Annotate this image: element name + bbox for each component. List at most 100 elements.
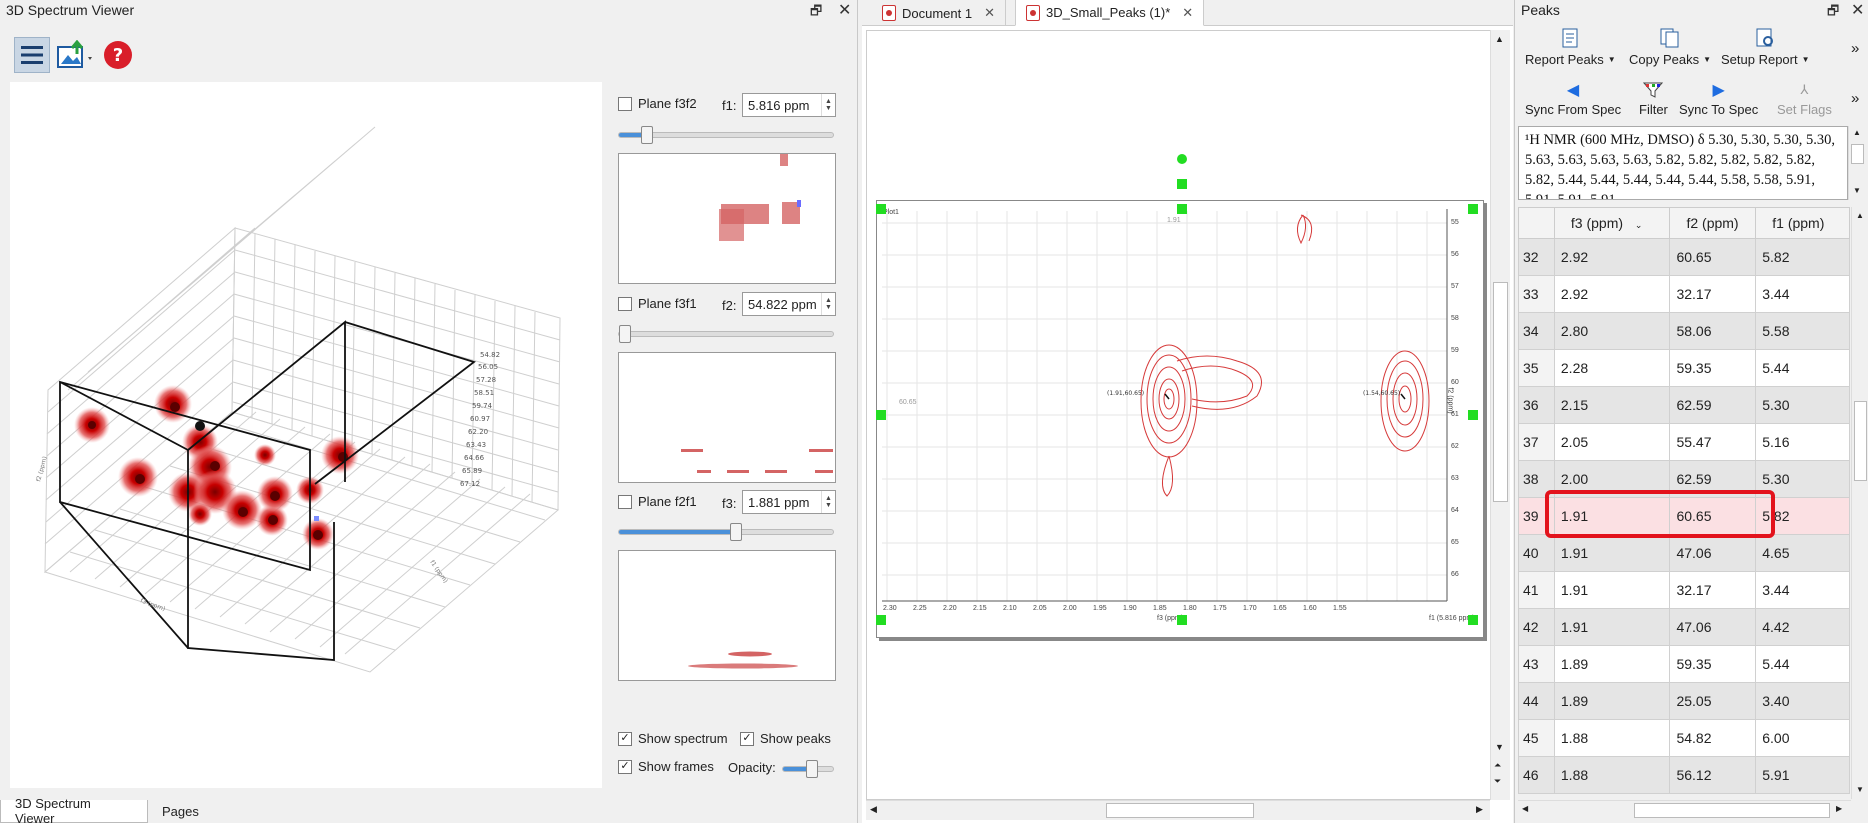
- checkbox-icon[interactable]: [618, 296, 632, 311]
- resize-handle[interactable]: [1468, 410, 1478, 420]
- cell-f1[interactable]: 5.82: [1755, 238, 1850, 276]
- scroll-up-icon[interactable]: ▲: [1853, 128, 1861, 137]
- row-index-cell[interactable]: 40: [1518, 534, 1555, 572]
- dropdown-arrow-icon[interactable]: ▼: [1703, 55, 1711, 64]
- show-frames-checkbox[interactable]: ✓ Show frames: [618, 759, 714, 774]
- column-header-f2[interactable]: f2 (ppm): [1669, 207, 1757, 239]
- dropdown-arrow-icon[interactable]: ▼: [1608, 55, 1616, 64]
- cell-f3[interactable]: 1.91: [1553, 608, 1671, 646]
- cell-f1[interactable]: 5.44: [1755, 349, 1850, 387]
- checkbox-icon[interactable]: [618, 494, 632, 509]
- sync-to-spec-button[interactable]: ▶ Sync To Spec: [1679, 80, 1758, 117]
- vertical-scroll-thumb[interactable]: [1493, 282, 1508, 502]
- table-row[interactable]: 40 1.91 47.06 4.65: [1518, 534, 1850, 572]
- cell-f1[interactable]: 5.58: [1755, 312, 1850, 350]
- cell-f2[interactable]: 55.47: [1669, 423, 1757, 461]
- cell-f1[interactable]: 5.16: [1755, 423, 1850, 461]
- table-row[interactable]: 32 2.92 60.65 5.82: [1518, 238, 1850, 276]
- cell-f2[interactable]: 47.06: [1669, 534, 1757, 572]
- scroll-down-icon[interactable]: ▼: [1853, 186, 1861, 195]
- table-row[interactable]: 37 2.05 55.47 5.16: [1518, 423, 1850, 461]
- cell-f1[interactable]: 6.00: [1755, 719, 1850, 757]
- cell-f3[interactable]: 1.91: [1553, 571, 1671, 609]
- cell-f3[interactable]: 1.91: [1553, 534, 1671, 572]
- cell-f3[interactable]: 1.89: [1553, 682, 1671, 720]
- close-panel-icon[interactable]: ✕: [1851, 0, 1864, 20]
- row-index-cell[interactable]: 33: [1518, 275, 1555, 313]
- cell-f1[interactable]: 4.65: [1755, 534, 1850, 572]
- menu-icon[interactable]: [14, 37, 50, 73]
- row-index-cell[interactable]: 35: [1518, 349, 1555, 387]
- row-index-cell[interactable]: 41: [1518, 571, 1555, 609]
- table-horizontal-scrollbar[interactable]: ◀ ▶: [1518, 800, 1851, 820]
- cell-f3[interactable]: 2.05: [1553, 423, 1671, 461]
- resize-handle[interactable]: [1468, 204, 1478, 214]
- dropdown-arrow-icon[interactable]: ▼: [1802, 55, 1810, 64]
- check-icon[interactable]: ✓: [740, 731, 754, 746]
- cell-f3[interactable]: 1.88: [1553, 719, 1671, 757]
- sort-icon[interactable]: ⌄: [1635, 220, 1643, 230]
- page-down-icon[interactable]: ⏷: [1494, 776, 1501, 787]
- close-panel-icon[interactable]: ✕: [838, 0, 851, 20]
- table-row[interactable]: 43 1.89 59.35 5.44: [1518, 645, 1850, 683]
- report-scroll-thumb[interactable]: [1851, 144, 1864, 164]
- set-flags-button[interactable]: ⅄ Set Flags: [1777, 80, 1832, 117]
- opacity-slider[interactable]: [782, 760, 834, 778]
- check-icon[interactable]: ✓: [618, 731, 632, 746]
- page-up-icon[interactable]: ⏶: [1494, 760, 1501, 771]
- row-index-cell[interactable]: 42: [1518, 608, 1555, 646]
- export-image-icon[interactable]: [53, 37, 99, 73]
- scroll-up-icon[interactable]: ▲: [1495, 34, 1504, 44]
- tab-pages[interactable]: Pages: [148, 800, 213, 823]
- report-peaks-button[interactable]: Report Peaks ▼: [1525, 28, 1616, 67]
- cell-f2[interactable]: 58.06: [1669, 312, 1757, 350]
- f3-ppm-spinbox[interactable]: 1.881 ppm ▲ ▼: [742, 490, 836, 514]
- scroll-down-icon[interactable]: ▼: [1856, 785, 1864, 794]
- horizontal-scrollbar[interactable]: ◀ ▶: [866, 800, 1490, 820]
- cell-f1[interactable]: 5.91: [1755, 756, 1850, 794]
- cell-f3[interactable]: 2.92: [1553, 275, 1671, 313]
- cell-f2[interactable]: 56.12: [1669, 756, 1757, 794]
- toolbar-overflow-icon[interactable]: »: [1851, 40, 1859, 57]
- cell-f3[interactable]: 2.92: [1553, 238, 1671, 276]
- cell-f1[interactable]: 5.44: [1755, 645, 1850, 683]
- spin-arrows-icon[interactable]: ▲ ▼: [821, 94, 835, 116]
- row-index-cell[interactable]: 45: [1518, 719, 1555, 757]
- sync-from-spec-button[interactable]: ◀ Sync From Spec: [1525, 80, 1621, 117]
- table-row[interactable]: 36 2.15 62.59 5.30: [1518, 386, 1850, 424]
- cell-f2[interactable]: 54.82: [1669, 719, 1757, 757]
- cell-f1[interactable]: 4.42: [1755, 608, 1850, 646]
- row-index-cell[interactable]: 46: [1518, 756, 1555, 794]
- plane-f2f1-checkbox[interactable]: Plane f2f1: [618, 494, 697, 509]
- column-header-f3[interactable]: f3 (ppm) ⌄: [1553, 207, 1671, 239]
- row-index-cell[interactable]: 37: [1518, 423, 1555, 461]
- scroll-up-icon[interactable]: ▲: [1856, 211, 1864, 220]
- show-spectrum-checkbox[interactable]: ✓ Show spectrum: [618, 731, 728, 746]
- report-scrollbar[interactable]: ▲ ▼: [1848, 126, 1866, 200]
- cell-f2[interactable]: 60.65: [1669, 238, 1757, 276]
- resize-handle[interactable]: [876, 410, 886, 420]
- cell-f2[interactable]: 59.35: [1669, 349, 1757, 387]
- row-index-cell[interactable]: 44: [1518, 682, 1555, 720]
- close-tab-icon[interactable]: ✕: [1182, 5, 1193, 21]
- f2-ppm-spinbox[interactable]: 54.822 ppm ▲ ▼: [742, 292, 836, 316]
- cell-f1[interactable]: 3.40: [1755, 682, 1850, 720]
- setup-report-button[interactable]: Setup Report ▼: [1721, 28, 1810, 67]
- spin-arrows-icon[interactable]: ▲ ▼: [821, 293, 835, 315]
- table-row[interactable]: 34 2.80 58.06 5.58: [1518, 312, 1850, 350]
- float-panel-icon[interactable]: 🗗: [810, 2, 822, 24]
- scroll-left-icon[interactable]: ◀: [1522, 804, 1528, 813]
- cell-f3[interactable]: 2.15: [1553, 386, 1671, 424]
- checkbox-icon[interactable]: [618, 96, 632, 111]
- float-panel-icon[interactable]: 🗗: [1827, 2, 1839, 24]
- vertical-scrollbar[interactable]: ▲ ▼ ⏶ ⏷: [1490, 30, 1510, 800]
- plane-f3f2-checkbox[interactable]: Plane f3f2: [618, 96, 697, 111]
- row-index-cell[interactable]: 36: [1518, 386, 1555, 424]
- filter-button[interactable]: Filter: [1639, 80, 1668, 117]
- rotate-handle[interactable]: [1177, 154, 1187, 164]
- scroll-right-icon[interactable]: ▶: [1836, 804, 1842, 813]
- cell-f1[interactable]: 3.44: [1755, 275, 1850, 313]
- table-row[interactable]: 35 2.28 59.35 5.44: [1518, 349, 1850, 387]
- row-index-cell[interactable]: 34: [1518, 312, 1555, 350]
- plane-f3f1-checkbox[interactable]: Plane f3f1: [618, 296, 697, 311]
